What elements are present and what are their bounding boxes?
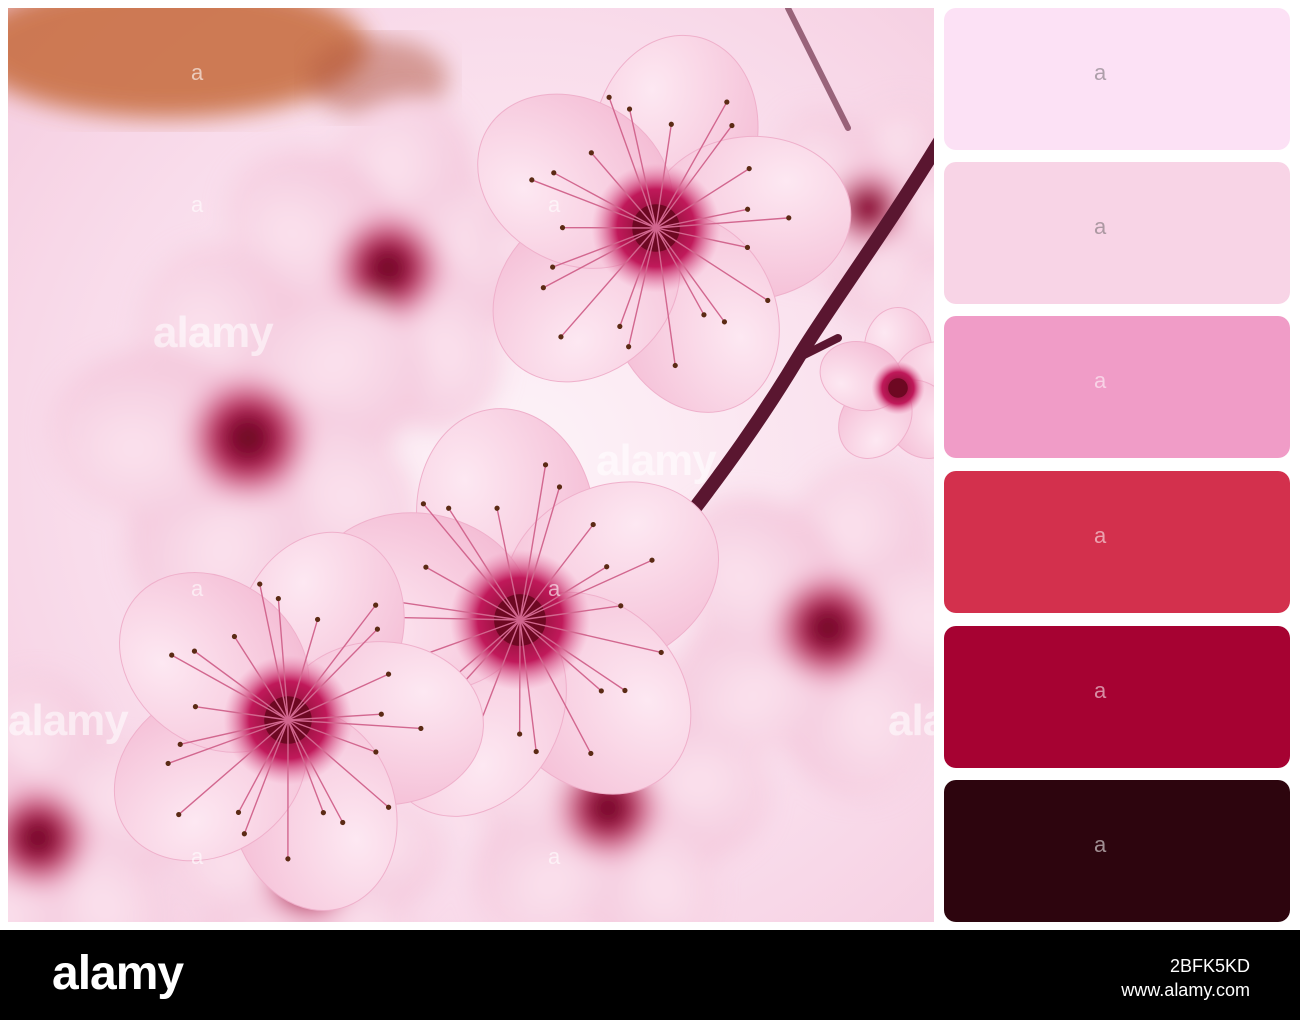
swatch-dark-red: a [944, 626, 1290, 768]
swatch-watermark-glyph: a [1094, 678, 1107, 703]
footer-url: www.alamy.com [1121, 980, 1250, 1000]
photo-watermark: alamy [596, 436, 717, 485]
photo-watermark-glyph: a [548, 576, 561, 601]
swatch-watermark-glyph: a [1094, 523, 1107, 548]
stock-footer-bar: alamy 2BFK5KD www.alamy.com [0, 930, 1300, 1020]
swatch-medium-pink: a [944, 316, 1290, 458]
swatch-pale-pink: a [944, 8, 1290, 150]
swatch-watermark-glyph: a [1094, 368, 1107, 393]
photo-watermark-glyph: a [548, 844, 561, 869]
footer-info: 2BFK5KD www.alamy.com [990, 954, 1250, 1002]
image-id: 2BFK5KD [1169, 956, 1250, 976]
photo-watermark: alamy [8, 696, 129, 745]
photo-watermark-glyph: a [191, 844, 204, 869]
swatch-deep-maroon: a [944, 780, 1290, 922]
photo-watermark-glyph: a [191, 60, 204, 85]
photo-watermark-glyph: a [191, 576, 204, 601]
swatch-light-pink: a [944, 162, 1290, 304]
alamy-logo: alamy [52, 947, 184, 1000]
swatch-watermark-glyph: a [1094, 832, 1107, 857]
swatch-watermark-glyph: a [1094, 60, 1107, 85]
photo-watermark: alamy [888, 696, 934, 745]
cherry-blossom-photo: alamy alamy alamy alamy a a a a a a a [8, 8, 934, 922]
color-palette: a a a a a a [944, 8, 1290, 922]
swatch-crimson: a [944, 471, 1290, 613]
photo-watermark: alamy [153, 308, 274, 357]
photo-watermark-glyph: a [548, 192, 561, 217]
swatch-watermark-glyph: a [1094, 214, 1107, 239]
photo-watermark-glyph: a [191, 192, 204, 217]
